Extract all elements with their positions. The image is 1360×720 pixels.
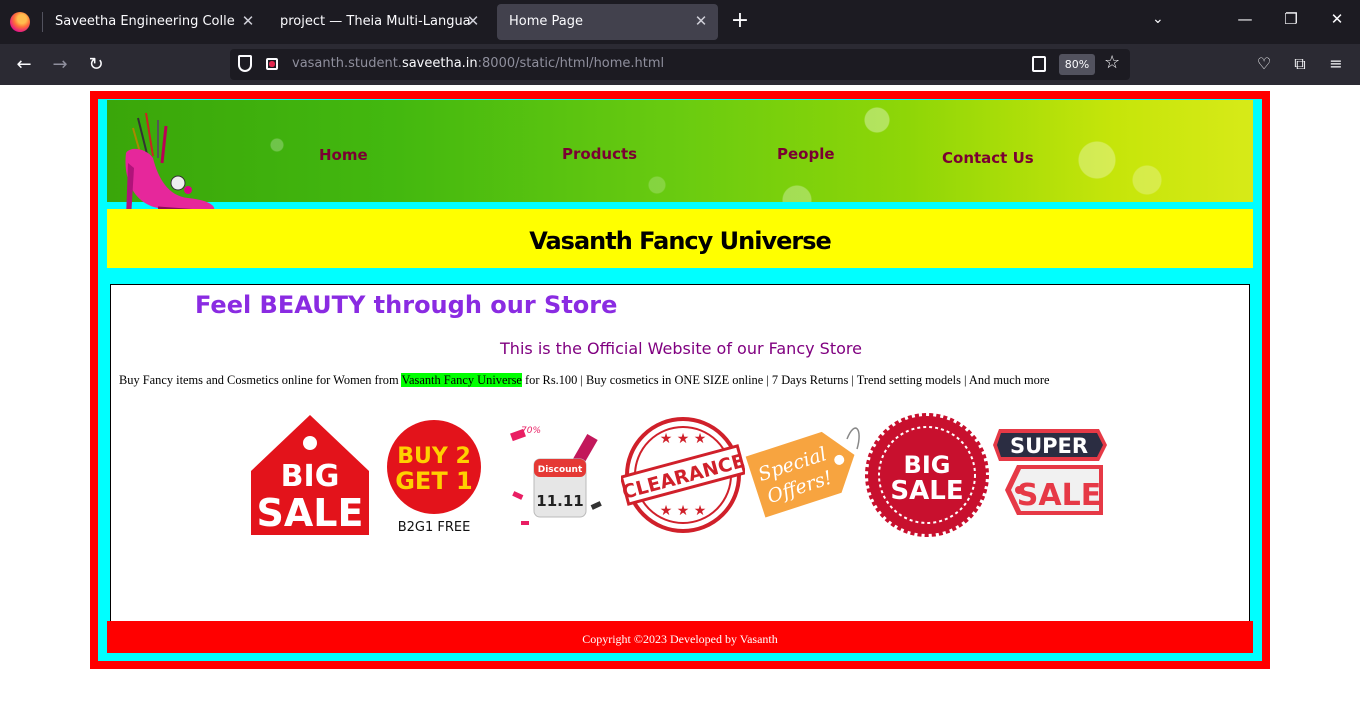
super-sale-tag-image: SUPER SALE xyxy=(993,429,1107,515)
url-path: :8000/static/html/home.html xyxy=(477,56,665,71)
clearance-stamp-image: ★ ★ ★ ★ ★ ★ CLEARANCE xyxy=(621,417,745,533)
big-sale-text-1: BIG xyxy=(281,459,340,494)
discount-calendar-image: 70% Discount 11.11 xyxy=(510,426,602,525)
buy2-text-1: BUY 2 xyxy=(397,444,471,469)
back-arrow-icon[interactable]: ← xyxy=(12,53,36,77)
nav-link-contact-us[interactable]: Contact Us xyxy=(942,149,1034,167)
url-host: saveetha.in xyxy=(401,56,478,71)
close-icon[interactable]: ✕ xyxy=(239,12,257,30)
tab-title: project — Theia Multi-Language Exp xyxy=(280,14,470,29)
special-offers-tag-image: Special Offers! xyxy=(745,427,860,518)
svg-text:★ ★ ★: ★ ★ ★ xyxy=(660,431,707,447)
restore-icon[interactable]: ❐ xyxy=(1276,10,1306,28)
nav-link-people[interactable]: People xyxy=(777,145,835,163)
big-sale-seal-image: BIG SALE xyxy=(865,413,989,537)
window-close-icon[interactable]: ✕ xyxy=(1322,10,1352,28)
discount-date-text: 11.11 xyxy=(536,492,583,510)
desc-highlight: Vasanth Fancy Universe xyxy=(401,373,522,387)
browser-tab-bar: Saveetha Engineering College ✕ project —… xyxy=(0,0,1360,44)
footer: Copyright ©2023 Developed by Vasanth xyxy=(107,621,1253,653)
tab-home-page[interactable]: Home Page ✕ xyxy=(497,4,718,40)
bookmark-star-icon[interactable]: ☆ xyxy=(1104,52,1120,73)
discount-label-text: Discount xyxy=(538,465,583,475)
big-sale-text-2: SALE xyxy=(257,491,364,535)
new-tab-icon[interactable]: + xyxy=(728,9,752,33)
tab-theia[interactable]: project — Theia Multi-Language Exp ✕ xyxy=(268,4,490,40)
chevron-down-icon[interactable]: ⌄ xyxy=(1152,11,1164,27)
insecure-lock-icon[interactable] xyxy=(266,58,278,70)
forward-arrow-icon[interactable]: → xyxy=(48,53,72,77)
tab-title: Home Page xyxy=(509,14,583,29)
official-subtitle: This is the Official Website of our Fanc… xyxy=(500,339,862,358)
title-bar: Vasanth Fancy Universe xyxy=(107,209,1253,268)
pocket-icon[interactable]: ♡ xyxy=(1252,54,1276,73)
buy2-caption: B2G1 FREE xyxy=(398,520,471,535)
seal-text-1: BIG xyxy=(904,451,951,479)
buy2-text-2: GET 1 xyxy=(395,467,473,495)
minimize-icon[interactable]: — xyxy=(1230,10,1260,28)
tagline: Feel BEAUTY through our Store xyxy=(195,291,618,319)
seal-text-2: SALE xyxy=(890,476,963,506)
reload-icon[interactable]: ↻ xyxy=(84,53,108,77)
nav-link-products[interactable]: Products xyxy=(562,145,637,163)
extensions-icon[interactable]: ⧉ xyxy=(1288,54,1312,74)
desc-after: for Rs.100 | Buy cosmetics in ONE SIZE o… xyxy=(521,373,1050,387)
shield-icon[interactable] xyxy=(238,55,252,72)
description-text: Buy Fancy items and Cosmetics online for… xyxy=(119,373,1049,388)
copyright-text: Copyright ©2023 Developed by Vasanth xyxy=(582,632,778,646)
big-sale-tag-image: BIG SALE xyxy=(251,415,369,535)
zoom-level-button[interactable]: 80% xyxy=(1059,54,1095,75)
svg-text:★ ★ ★: ★ ★ ★ xyxy=(660,503,707,519)
address-bar[interactable]: vasanth.student.saveetha.in:8000/static/… xyxy=(230,49,1130,80)
nav-link-home[interactable]: Home xyxy=(319,146,368,164)
tab-saveetha[interactable]: Saveetha Engineering College ✕ xyxy=(43,4,265,40)
header-banner: Home Products People Contact Us xyxy=(107,100,1253,218)
high-heel-logo-icon xyxy=(125,112,215,218)
browser-nav-bar: ← → ↻ vasanth.student.saveetha.in:8000/s… xyxy=(0,44,1360,85)
close-icon[interactable]: ✕ xyxy=(464,12,482,30)
url-text[interactable]: vasanth.student.saveetha.in:8000/static/… xyxy=(292,56,664,71)
firefox-logo-icon xyxy=(10,12,30,32)
url-prefix: vasanth.student. xyxy=(292,56,402,71)
super-text-1: SUPER xyxy=(1010,434,1088,458)
cyan-frame: Home Products People Contact Us Vasanth … xyxy=(98,99,1262,661)
reader-view-icon[interactable] xyxy=(1032,56,1046,72)
main-content: Feel BEAUTY through our Store This is th… xyxy=(110,284,1250,640)
tab-title: Saveetha Engineering College xyxy=(55,14,235,29)
desc-before: Buy Fancy items and Cosmetics online for… xyxy=(119,373,402,387)
super-text-2: SALE xyxy=(1017,478,1101,513)
discount-pct-text: 70% xyxy=(521,426,541,436)
red-frame: Home Products People Contact Us Vasanth … xyxy=(90,91,1270,669)
buy2get1-image: BUY 2 GET 1 B2G1 FREE xyxy=(387,420,481,535)
site-title: Vasanth Fancy Universe xyxy=(529,227,832,255)
close-icon[interactable]: ✕ xyxy=(692,12,710,30)
web-page: Home Products People Contact Us Vasanth … xyxy=(0,85,1360,720)
menu-icon[interactable]: ≡ xyxy=(1324,54,1348,73)
